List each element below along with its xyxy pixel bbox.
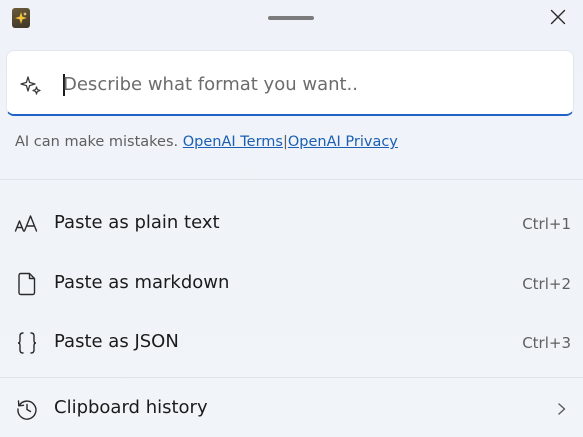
paste-markdown-item[interactable]: Paste as markdown Ctrl+2 — [0, 258, 583, 310]
font-size-icon — [14, 212, 40, 236]
paste-plain-text-item[interactable]: Paste as plain text Ctrl+1 — [0, 198, 583, 250]
divider — [0, 377, 583, 378]
braces-icon — [14, 331, 40, 355]
format-prompt-input[interactable] — [63, 69, 553, 99]
history-icon — [14, 397, 40, 421]
menu-item-label: Paste as markdown — [54, 272, 230, 293]
chevron-right-icon — [558, 403, 566, 415]
divider — [0, 179, 583, 180]
advanced-paste-window: AI can make mistakes. OpenAI Terms|OpenA… — [0, 0, 583, 437]
shortcut-label: Ctrl+3 — [522, 334, 571, 352]
menu-item-label: Paste as plain text — [54, 212, 220, 233]
disclaimer-text: AI can make mistakes. — [15, 134, 179, 150]
openai-terms-link[interactable]: OpenAI Terms — [183, 134, 283, 150]
drag-handle[interactable] — [268, 16, 314, 20]
shortcut-label: Ctrl+2 — [522, 275, 571, 293]
shortcut-label: Ctrl+1 — [522, 215, 571, 233]
menu-item-label: Paste as JSON — [54, 331, 179, 352]
openai-privacy-link[interactable]: OpenAI Privacy — [288, 134, 398, 150]
close-icon — [550, 9, 566, 25]
document-icon — [14, 272, 40, 296]
app-icon — [12, 8, 30, 28]
sparkle-icon — [20, 76, 41, 95]
ai-disclaimer: AI can make mistakes. OpenAI Terms|OpenA… — [15, 134, 398, 150]
clipboard-history-item[interactable]: Clipboard history — [0, 383, 583, 435]
close-button[interactable] — [544, 4, 572, 30]
prompt-input-box[interactable] — [6, 50, 574, 116]
menu-item-label: Clipboard history — [54, 397, 208, 418]
paste-json-item[interactable]: Paste as JSON Ctrl+3 — [0, 317, 583, 369]
